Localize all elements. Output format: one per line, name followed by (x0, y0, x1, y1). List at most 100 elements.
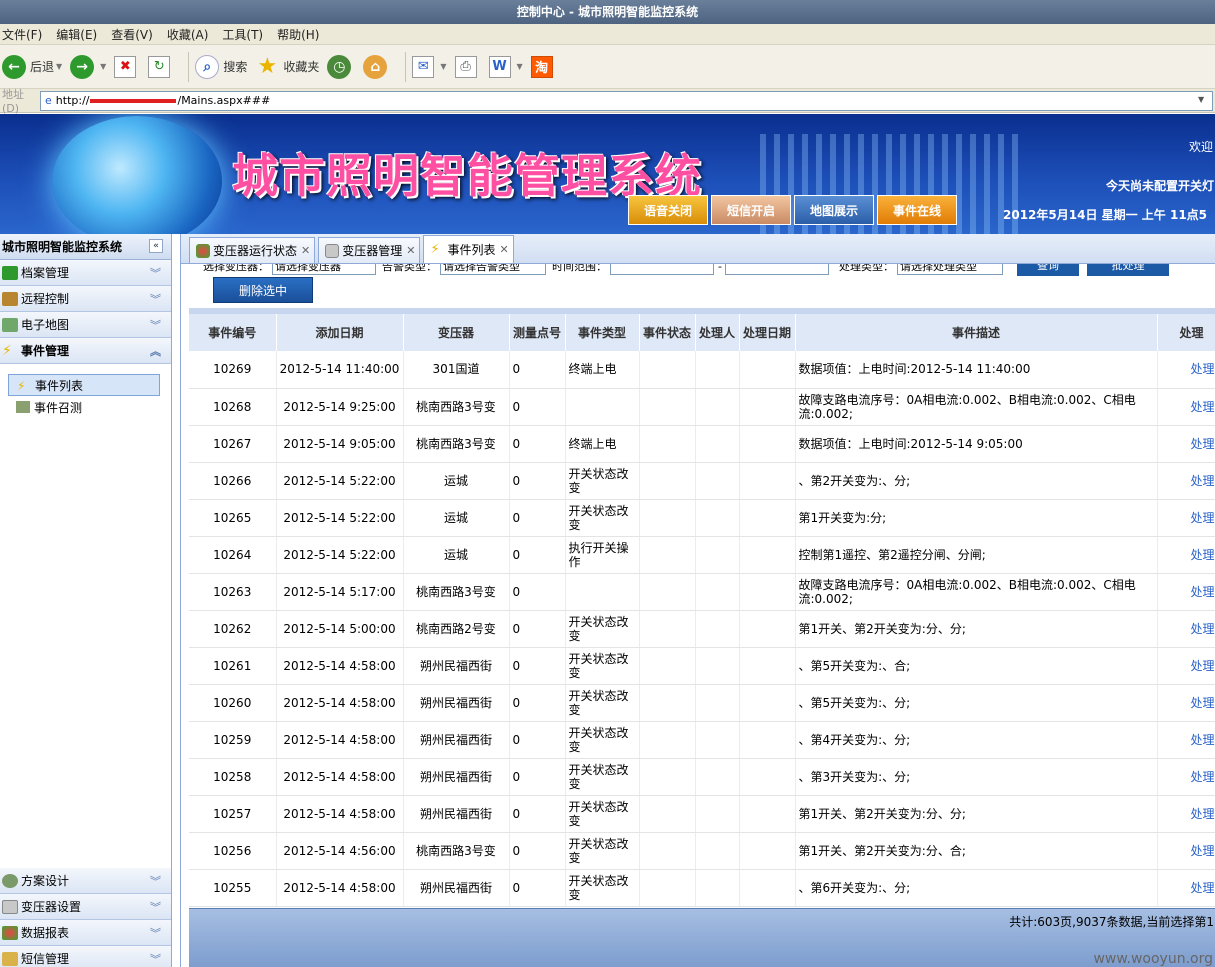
handle-type-select[interactable]: 请选择处理类型 (896, 264, 1003, 275)
menu-view[interactable]: 查看(V) (111, 26, 153, 43)
handle-link[interactable]: 处理 (1157, 573, 1215, 611)
table-row[interactable]: 10256 2012-5-14 4:56:00 桃南西路3号变 0 开关状态改变 第1开关… (189, 832, 1215, 870)
tree-item-event-recall[interactable]: 事件召测 (8, 396, 160, 418)
back-arrow-icon: ← (2, 54, 26, 79)
chevron-down-icon[interactable]: ▼ (1198, 95, 1210, 107)
transformer-select[interactable]: 请选择变压器 (272, 264, 376, 275)
handle-link[interactable]: 处理 (1157, 462, 1215, 500)
print-button[interactable]: ⎙ (454, 55, 481, 78)
tree-item-event-list[interactable]: ⚡ 事件列表 (8, 374, 160, 396)
sidebar-item-plan-design[interactable]: 方案设计 ︾ (0, 868, 171, 894)
sidebar-item-event-management[interactable]: ⚡ 事件管理 ︽ (0, 338, 171, 364)
notice-text: 今天尚未配置开关灯 (1106, 179, 1215, 193)
table-row[interactable]: 10268 2012-5-14 9:25:00 桃南西路3号变 0 故障支路电流序号：0… (189, 388, 1215, 426)
menu-tools[interactable]: 工具(T) (222, 26, 263, 43)
mail-button[interactable]: ✉ ▼ (412, 55, 447, 78)
home-button[interactable]: ⌂ (363, 54, 391, 79)
tab-transformer-management[interactable]: 变压器管理 ✕ (318, 237, 421, 263)
menu-edit[interactable]: 编辑(E) (56, 26, 97, 43)
map-display-button[interactable]: 地图展示 (794, 195, 874, 225)
alarm-type-select[interactable]: 请选择告警类型 (440, 264, 546, 275)
col-header[interactable]: 事件类型 (565, 314, 640, 351)
menu-help[interactable]: 帮助(H) (277, 26, 319, 43)
voice-toggle-button[interactable]: 语音关闭 (628, 195, 708, 225)
sidebar-item-remote-control[interactable]: 远程控制 ︾ (0, 286, 171, 312)
handle-link[interactable]: 处理 (1157, 351, 1215, 389)
tab-event-list[interactable]: ⚡ 事件列表 ✕ (423, 235, 514, 263)
table-row[interactable]: 10263 2012-5-14 5:17:00 桃南西路3号变 0 故障支路电流序号：0… (189, 573, 1215, 611)
handle-link[interactable]: 处理 (1157, 425, 1215, 463)
delete-selected-button[interactable]: 删除选中 (213, 277, 313, 303)
history-button[interactable]: ◷ (327, 54, 355, 79)
table-row[interactable]: 10261 2012-5-14 4:58:00 朔州民福西街 0 开关状态改变 、第5开关… (189, 647, 1215, 685)
close-icon[interactable]: ✕ (499, 243, 508, 256)
col-header[interactable]: 处理日期 (739, 314, 796, 351)
table-cell: 桃南西路3号变 (403, 832, 510, 870)
close-icon[interactable]: ✕ (406, 244, 415, 257)
handle-link[interactable]: 处理 (1157, 610, 1215, 648)
menu-file[interactable]: 文件(F) (2, 26, 42, 43)
handle-link[interactable]: 处理 (1157, 721, 1215, 759)
handle-link[interactable]: 处理 (1157, 388, 1215, 426)
table-row[interactable]: 10267 2012-5-14 9:05:00 桃南西路3号变 0 终端上电 数据项值：上… (189, 425, 1215, 463)
refresh-button[interactable]: ↻ (148, 55, 174, 78)
col-header[interactable]: 测量点号 (509, 314, 566, 351)
handle-link[interactable]: 处理 (1157, 499, 1215, 537)
search-button[interactable]: ⌕ 搜索 (195, 54, 247, 79)
handle-link[interactable]: 处理 (1157, 869, 1215, 907)
handle-link[interactable]: 处理 (1157, 684, 1215, 722)
collapse-icon[interactable]: « (149, 239, 163, 253)
end-date-input[interactable] (724, 264, 829, 275)
query-button[interactable]: 查询 (1016, 264, 1079, 276)
address-input[interactable]: e http:// /Mains.aspx### ▼ (40, 90, 1213, 111)
handle-link[interactable]: 处理 (1157, 832, 1215, 870)
handle-link[interactable]: 处理 (1157, 647, 1215, 685)
stop-button[interactable]: ✖ (114, 55, 140, 78)
close-icon[interactable]: ✕ (301, 244, 310, 257)
col-header[interactable]: 添加日期 (276, 314, 404, 351)
table-row[interactable]: 10269 2012-5-14 11:40:00 301国道 0 终端上电 数据项值：上电… (189, 351, 1215, 389)
sms-toggle-button[interactable]: 短信开启 (711, 195, 791, 225)
col-header[interactable]: 事件编号 (189, 314, 277, 351)
sidebar-item-map[interactable]: 电子地图 ︾ (0, 312, 171, 338)
table-cell (739, 573, 796, 611)
edit-button[interactable]: W ▼ (488, 55, 523, 78)
table-cell (639, 795, 696, 833)
word-icon: W (488, 55, 511, 78)
start-date-input[interactable] (610, 264, 714, 275)
table-cell: 数据项值：上电时间:2012-5-14 9:05:00 (795, 425, 1158, 463)
col-header[interactable]: 事件状态 (639, 314, 696, 351)
table-row[interactable]: 10257 2012-5-14 4:58:00 朔州民福西街 0 开关状态改变 第1开关、… (189, 795, 1215, 833)
forward-button[interactable]: → ▼ (70, 54, 106, 79)
handle-link[interactable]: 处理 (1157, 536, 1215, 574)
event-online-button[interactable]: 事件在线 (877, 195, 957, 225)
col-header[interactable]: 处理 (1157, 314, 1215, 351)
table-row[interactable]: 10260 2012-5-14 4:58:00 朔州民福西街 0 开关状态改变 、第5开关… (189, 684, 1215, 722)
sidebar-item-reports[interactable]: 数据报表 ︾ (0, 920, 171, 946)
sidebar-item-archive[interactable]: 档案管理 ︾ (0, 260, 171, 286)
col-header[interactable]: 事件描述 (795, 314, 1158, 351)
table-row[interactable]: 10266 2012-5-14 5:22:00 运城 0 开关状态改变 、第2开关变为:、… (189, 462, 1215, 500)
table-row[interactable]: 10264 2012-5-14 5:22:00 运城 0 执行开关操作 控制第1遥控、第2… (189, 536, 1215, 574)
sidebar-item-sms-management[interactable]: 短信管理 ︾ (0, 946, 171, 967)
handle-link[interactable]: 处理 (1157, 795, 1215, 833)
table-row[interactable]: 10255 2012-5-14 4:58:00 朔州民福西街 0 开关状态改变 、第6开关… (189, 869, 1215, 907)
table-row[interactable]: 10258 2012-5-14 4:58:00 朔州民福西街 0 开关状态改变 、第3开关… (189, 758, 1215, 796)
taobao-button[interactable]: 淘 (530, 55, 557, 78)
menu-favorites[interactable]: 收藏(A) (167, 26, 209, 43)
handle-link[interactable]: 处理 (1157, 758, 1215, 796)
col-header[interactable]: 变压器 (403, 314, 510, 351)
table-row[interactable]: 10265 2012-5-14 5:22:00 运城 0 开关状态改变 第1开关变为:分;… (189, 499, 1215, 537)
table-row[interactable]: 10262 2012-5-14 5:00:00 桃南西路2号变 0 开关状态改变 第1开关… (189, 610, 1215, 648)
tab-transformer-status[interactable]: 变压器运行状态 ✕ (189, 237, 316, 263)
sidebar-item-transformer-settings[interactable]: 变压器设置 ︾ (0, 894, 171, 920)
table-cell: 0 (509, 499, 566, 537)
col-header[interactable]: 处理人 (695, 314, 740, 351)
back-button[interactable]: ← 后退 ▼ (2, 54, 62, 79)
batch-process-button[interactable]: 批处理 (1086, 264, 1169, 276)
table-cell: 2012-5-14 9:05:00 (276, 425, 404, 463)
table-row[interactable]: 10259 2012-5-14 4:58:00 朔州民福西街 0 开关状态改变 、第4开关… (189, 721, 1215, 759)
chevron-down-icon: ︾ (150, 927, 161, 940)
table-cell: 0 (509, 388, 566, 426)
favorites-button[interactable]: ★ 收藏夹 (255, 54, 319, 79)
